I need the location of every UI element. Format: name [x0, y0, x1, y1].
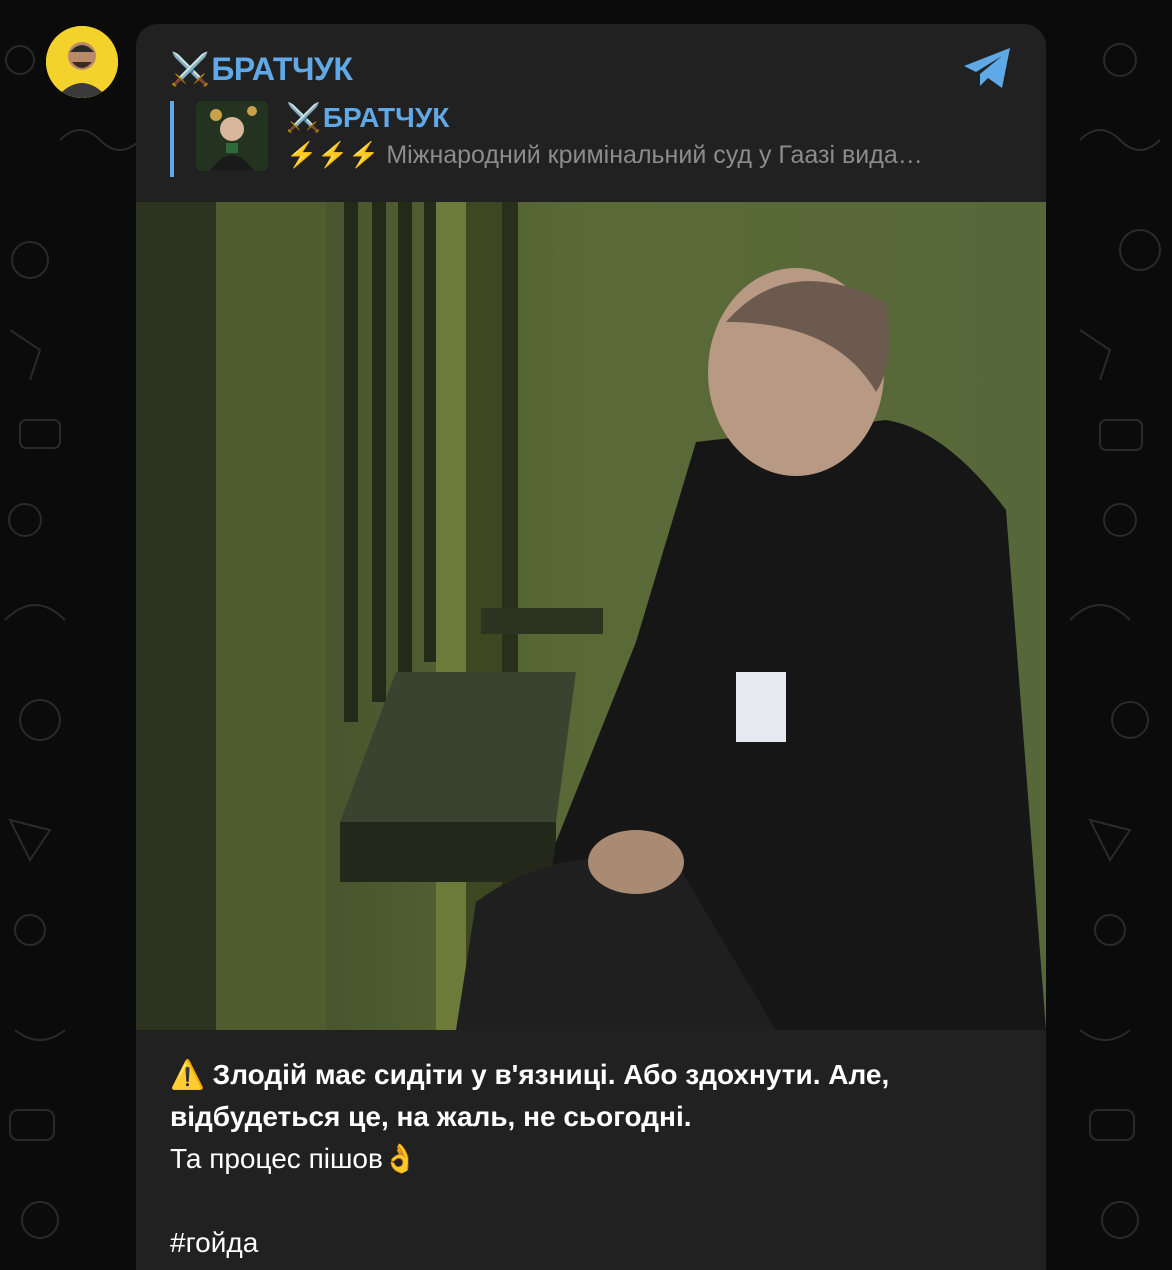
hashtag-link[interactable]: #гойда [170, 1222, 1020, 1264]
post-photo[interactable] [136, 202, 1046, 1030]
caption-line-3: Та процес пішов👌 [170, 1143, 418, 1174]
avatar-portrait [46, 26, 118, 98]
caption-line-1: ⚠️ Злодій має сидіти у в'язниці. Або здо… [170, 1059, 890, 1090]
channel-avatar[interactable] [46, 26, 118, 98]
forward-preview-text: ⚡⚡⚡ Міжнародний кримінальний суд у Гаазі… [286, 141, 923, 169]
forward-thumbnail-image [196, 101, 268, 171]
caption-line-2: відбудеться це, на жаль, не сьогодні. [170, 1101, 692, 1132]
forwarded-message-quote[interactable]: ⚔️БРАТЧУК ⚡⚡⚡ Міжнародний кримінальний с… [170, 101, 1024, 177]
telegram-share-icon[interactable] [962, 46, 1014, 90]
crossed-swords-icon: ⚔️ [170, 51, 210, 87]
crossed-swords-icon: ⚔️ [286, 102, 321, 133]
channel-post-card: ⚔️БРАТЧУК ⚔️БРАТЧУК ⚡⚡⚡ Міжнародний крим… [136, 24, 1046, 1270]
warning-icon: ⚠️ [170, 1059, 205, 1090]
ok-hand-icon: 👌 [382, 1143, 418, 1174]
lightning-icon: ⚡⚡⚡ [286, 141, 380, 169]
post-caption: ⚠️ Злодій має сидіти у в'язниці. Або здо… [170, 1054, 1020, 1264]
forward-thumbnail [196, 101, 268, 171]
forward-source-title: ⚔️БРАТЧУК [286, 102, 450, 133]
channel-title[interactable]: ⚔️БРАТЧУК [170, 50, 353, 88]
